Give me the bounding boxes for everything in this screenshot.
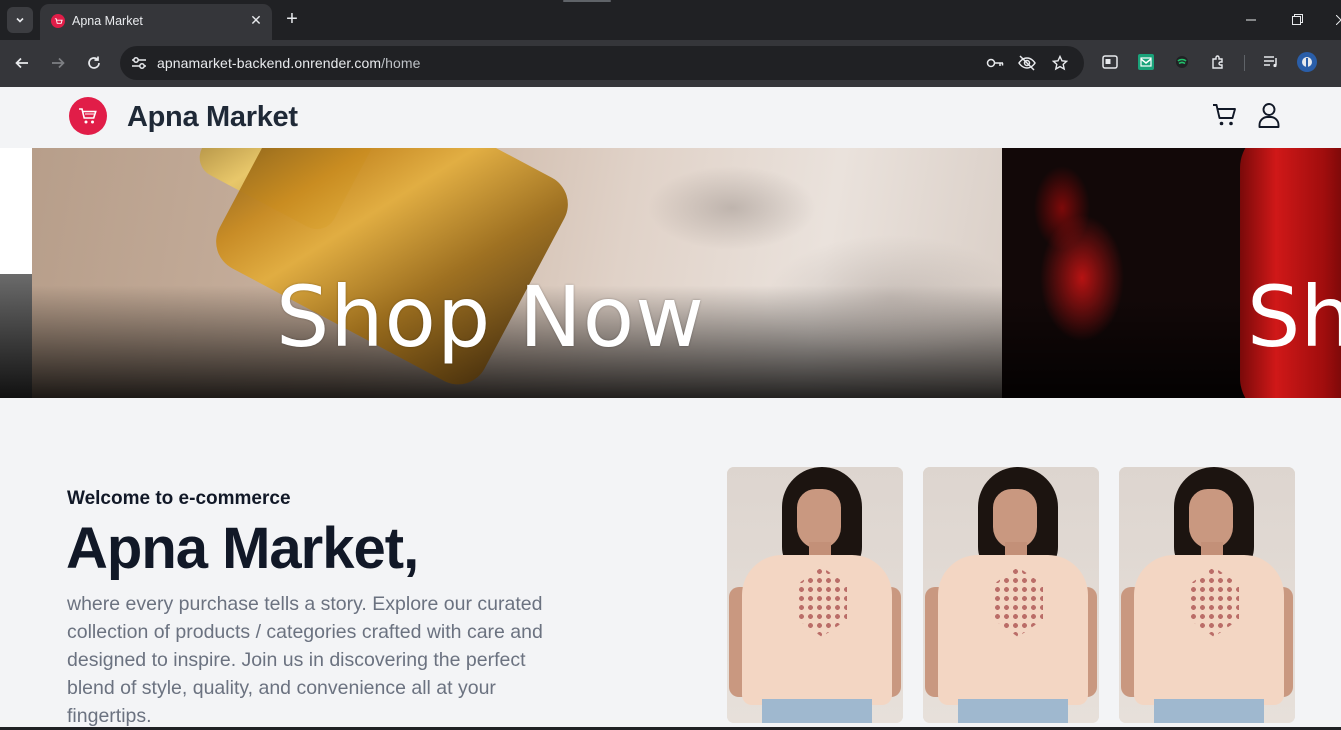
banner-slide-next[interactable]: Sh — [1002, 148, 1341, 398]
cart-logo-icon[interactable] — [69, 97, 107, 135]
cart-favicon-icon — [51, 14, 65, 28]
product-image-part — [1154, 699, 1264, 723]
user-account-icon[interactable] — [1255, 101, 1283, 129]
product-image-part — [797, 489, 841, 549]
product-card[interactable] — [923, 467, 1099, 723]
back-arrow-icon[interactable] — [11, 52, 33, 74]
banner-slide-perfume[interactable]: Shop Now — [32, 148, 1002, 398]
url-text: apnamarket-backend.onrender.com/home — [157, 55, 421, 71]
previous-slide — [0, 274, 32, 398]
extensions-puzzle-icon[interactable] — [1208, 52, 1228, 72]
close-window-icon[interactable] — [1331, 10, 1341, 30]
site-settings-icon[interactable] — [128, 52, 150, 74]
profile-avatar-icon[interactable] — [1297, 52, 1317, 72]
shopping-cart-icon[interactable] — [1211, 101, 1239, 129]
shop-now-text: Shop Now — [276, 268, 705, 366]
eye-off-icon[interactable] — [1018, 54, 1036, 72]
browser-toolbar: apnamarket-backend.onrender.com/home — [0, 40, 1341, 87]
brand-name[interactable]: Apna Market — [127, 101, 298, 134]
mail-extension-icon[interactable] — [1136, 52, 1156, 72]
key-icon[interactable] — [986, 54, 1004, 72]
toolbar-separator — [1244, 55, 1245, 71]
minimize-icon[interactable] — [1241, 10, 1261, 30]
browser-tab-bar: Apna Market ✕ + — [0, 0, 1341, 40]
hero-description: where every purchase tells a story. Expl… — [67, 593, 543, 727]
product-image-part — [993, 489, 1037, 549]
reload-icon[interactable] — [83, 52, 105, 74]
product-image-part — [762, 699, 872, 723]
site-header: Apna Market — [0, 87, 1341, 148]
product-card[interactable] — [1119, 467, 1295, 723]
new-tab-button[interactable]: + — [282, 9, 302, 29]
restore-icon[interactable] — [1287, 10, 1307, 30]
green-extension-icon[interactable] — [1172, 52, 1192, 72]
bookmark-star-icon[interactable] — [1051, 54, 1069, 72]
browser-tab-active[interactable]: Apna Market ✕ — [40, 4, 272, 40]
tab-search-chevron-icon[interactable] — [7, 7, 33, 33]
next-slide-text: Sh — [1247, 268, 1341, 366]
window-drag-indicator — [563, 0, 611, 2]
reader-mode-icon[interactable] — [1100, 52, 1120, 72]
forward-arrow-icon[interactable] — [47, 52, 69, 74]
product-image-part — [1189, 489, 1233, 549]
product-image-part — [958, 699, 1068, 723]
welcome-subheading: Welcome to e-commerce — [67, 488, 291, 509]
tab-title: Apna Market — [72, 14, 143, 28]
media-playlist-icon[interactable] — [1261, 52, 1281, 72]
hero-title: Apna Market, — [66, 516, 419, 581]
banner-carousel[interactable]: Shop Now Sh — [0, 148, 1341, 398]
web-page: Apna Market Shop Now Sh Welcome to e-com… — [0, 87, 1341, 730]
product-card[interactable] — [727, 467, 903, 723]
url-domain: apnamarket-backend.onrender.com — [157, 55, 382, 71]
tab-close-icon[interactable]: ✕ — [248, 12, 264, 28]
url-path: /home — [381, 55, 421, 71]
address-bar[interactable]: apnamarket-backend.onrender.com/home — [120, 46, 1084, 80]
